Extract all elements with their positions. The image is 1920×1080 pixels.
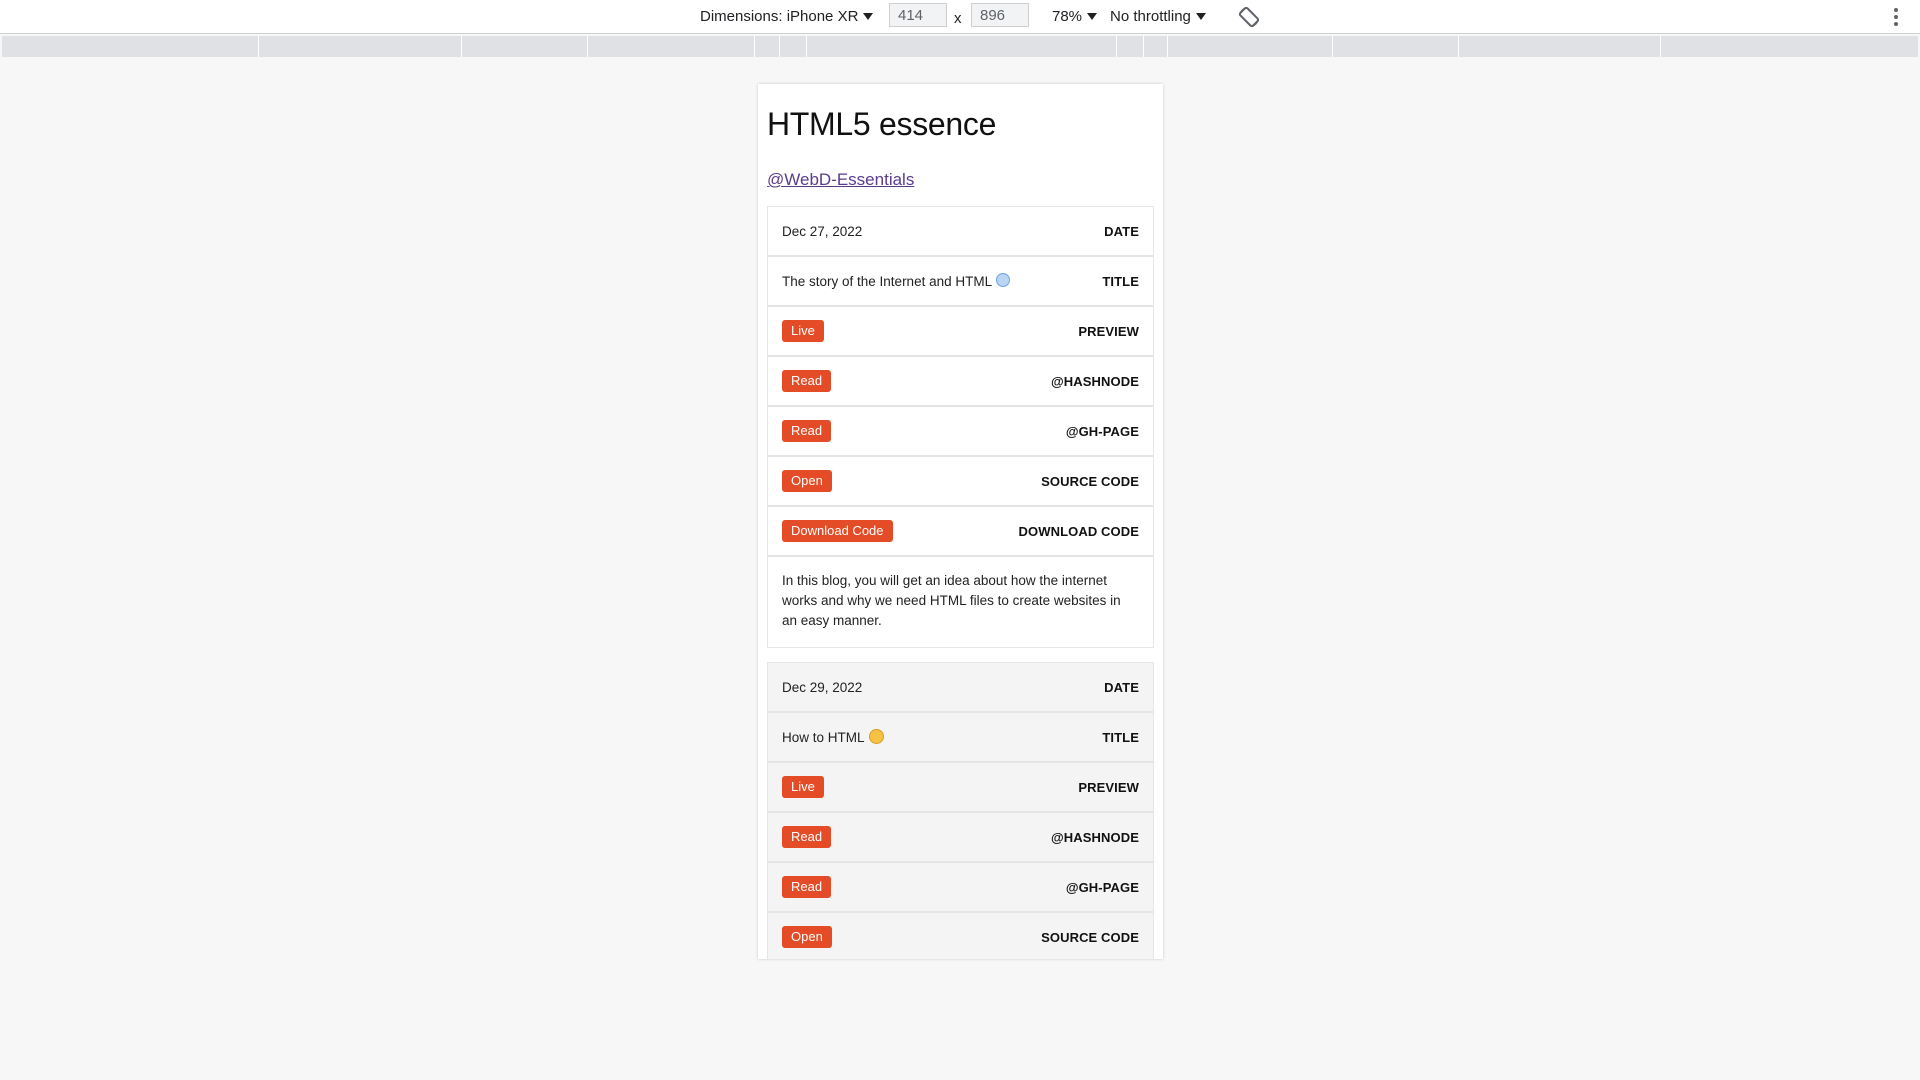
- device-dimensions-label: Dimensions: iPhone XR: [700, 8, 859, 25]
- source-row: Open SOURCE CODE: [768, 913, 1153, 959]
- devtools-device-toolbar: Dimensions: iPhone XR 414 x 896 78% No t…: [0, 0, 1920, 34]
- preview-row: Live PREVIEW: [768, 307, 1153, 357]
- source-label: SOURCE CODE: [1041, 473, 1139, 489]
- post-description: In this blog, you will get an idea about…: [782, 573, 1121, 628]
- ruler-segment[interactable]: [780, 36, 807, 57]
- date-row: Dec 29, 2022 DATE: [768, 663, 1153, 713]
- chevron-down-icon: [1087, 13, 1098, 20]
- date-label: DATE: [1104, 679, 1139, 695]
- ghpage-label: @GH-PAGE: [1065, 879, 1139, 895]
- download-row: Download Code DOWNLOAD CODE: [768, 507, 1153, 557]
- zoom-dropdown[interactable]: 78%: [1052, 0, 1098, 33]
- zoom-label: 78%: [1052, 8, 1083, 25]
- post-title: How to HTML: [782, 729, 884, 745]
- thinking-face-icon: [868, 729, 884, 744]
- ruler-segment[interactable]: [1168, 36, 1333, 57]
- live-button[interactable]: Live: [782, 320, 824, 342]
- ruler-segment[interactable]: [259, 36, 462, 57]
- width-input[interactable]: 414: [889, 3, 947, 27]
- media-query-ruler: [2, 36, 1918, 57]
- preview-label: PREVIEW: [1078, 323, 1139, 339]
- height-input[interactable]: 896: [971, 3, 1029, 27]
- more-options-icon[interactable]: [1893, 8, 1899, 26]
- page-title: HTML5 essence: [767, 106, 997, 142]
- globe-icon: [996, 273, 1011, 287]
- date-row: Dec 27, 2022 DATE: [768, 207, 1153, 257]
- dimension-separator: x: [954, 10, 962, 27]
- device-dimensions-dropdown[interactable]: Dimensions: iPhone XR: [700, 0, 874, 33]
- post-card: Dec 29, 2022 DATE How to HTML TITLE Live…: [767, 662, 1154, 959]
- throttling-dropdown[interactable]: No throttling: [1110, 0, 1206, 33]
- title-label: TITLE: [1102, 273, 1139, 289]
- ruler-segment[interactable]: [588, 36, 755, 57]
- handle-link[interactable]: @WebD-Essentials: [767, 170, 914, 190]
- ruler-segment[interactable]: [1661, 36, 1918, 57]
- rotate-icon[interactable]: [1237, 5, 1261, 29]
- source-label: SOURCE CODE: [1041, 929, 1139, 945]
- ruler-segment[interactable]: [755, 36, 780, 57]
- download-label: DOWNLOAD CODE: [1018, 523, 1139, 539]
- read-hashnode-button[interactable]: Read: [782, 370, 832, 392]
- post-title: The story of the Internet and HTML: [782, 273, 1011, 289]
- title-label: TITLE: [1102, 729, 1139, 745]
- ruler-segment[interactable]: [2, 36, 259, 57]
- hashnode-row: Read @HASHNODE: [768, 813, 1153, 863]
- ghpage-label: @GH-PAGE: [1065, 423, 1139, 439]
- device-viewport: HTML5 essence @WebD-Essentials Dec 27, 2…: [758, 84, 1163, 959]
- download-code-button[interactable]: Download Code: [782, 520, 893, 542]
- title-row: How to HTML TITLE: [768, 713, 1153, 763]
- post-date: Dec 27, 2022: [782, 223, 863, 239]
- ruler-segment[interactable]: [1117, 36, 1144, 57]
- read-hashnode-button[interactable]: Read: [782, 826, 832, 848]
- preview-row: Live PREVIEW: [768, 763, 1153, 813]
- title-row: The story of the Internet and HTML TITLE: [768, 257, 1153, 307]
- source-row: Open SOURCE CODE: [768, 457, 1153, 507]
- chevron-down-icon: [863, 13, 874, 20]
- hashnode-label: @HASHNODE: [1051, 829, 1139, 845]
- live-button[interactable]: Live: [782, 776, 824, 798]
- ruler-segment[interactable]: [1333, 36, 1459, 57]
- ruler-segment[interactable]: [462, 36, 588, 57]
- read-ghpage-button[interactable]: Read: [782, 420, 832, 442]
- ghpage-row: Read @GH-PAGE: [768, 863, 1153, 913]
- chevron-down-icon: [1195, 13, 1206, 20]
- throttling-label: No throttling: [1110, 8, 1191, 25]
- post-card: Dec 27, 2022 DATE The story of the Inter…: [767, 206, 1154, 648]
- ruler-segment[interactable]: [807, 36, 1117, 57]
- hashnode-row: Read @HASHNODE: [768, 357, 1153, 407]
- date-label: DATE: [1104, 223, 1139, 239]
- ghpage-row: Read @GH-PAGE: [768, 407, 1153, 457]
- ruler-segment[interactable]: [1144, 36, 1168, 57]
- read-ghpage-button[interactable]: Read: [782, 876, 832, 898]
- post-date: Dec 29, 2022: [782, 679, 863, 695]
- open-source-button[interactable]: Open: [782, 470, 832, 492]
- ruler-segment[interactable]: [1459, 36, 1661, 57]
- preview-label: PREVIEW: [1078, 779, 1139, 795]
- open-source-button[interactable]: Open: [782, 926, 832, 948]
- hashnode-label: @HASHNODE: [1051, 373, 1139, 389]
